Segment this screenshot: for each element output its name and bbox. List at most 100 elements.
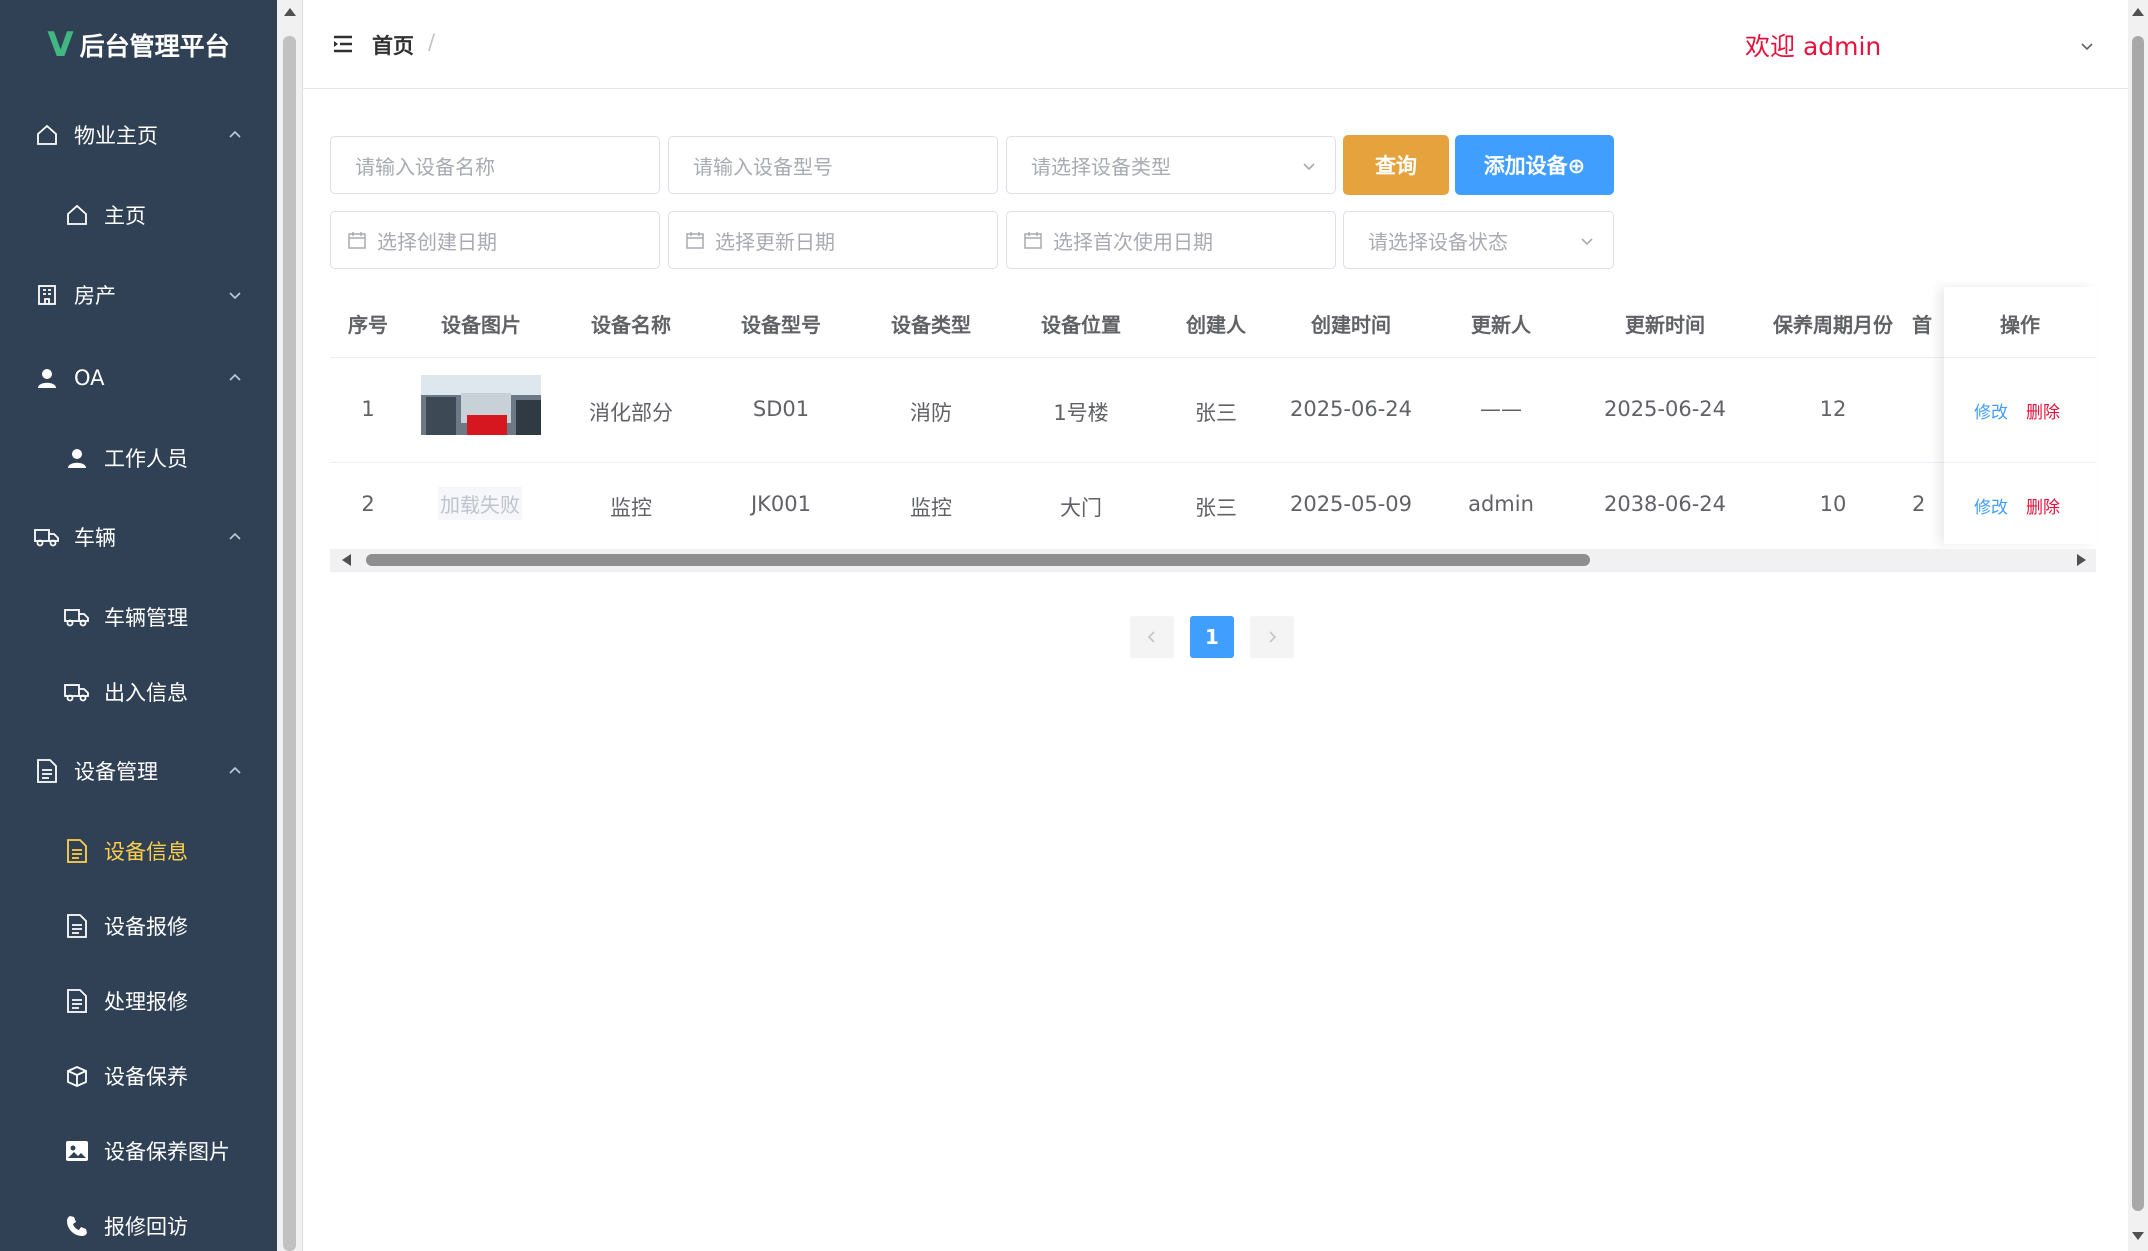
column-header: 设备名称 bbox=[591, 313, 671, 337]
cell-created-time: 2025-06-24 bbox=[1289, 397, 1413, 421]
edit-button[interactable]: 修改 bbox=[1974, 398, 2008, 423]
picture-icon bbox=[64, 1138, 90, 1164]
first-use-date-picker[interactable]: 选择首次使用日期 bbox=[1006, 211, 1336, 269]
sidebar: V 后台管理平台 物业主页 主页 房产 OA 工作人员 车辆 车辆管理 出入信息 bbox=[0, 0, 277, 1251]
page-scrollbar-thumb[interactable] bbox=[2132, 36, 2144, 1211]
sidebar-item-access-info[interactable]: 出入信息 bbox=[0, 662, 277, 722]
row-divider bbox=[1944, 462, 2096, 463]
cell-index: 2 bbox=[361, 492, 375, 516]
sidebar-item-label: 出入信息 bbox=[104, 681, 188, 705]
cell-name: 监控 bbox=[610, 496, 652, 520]
cell-first-use: 2 bbox=[1912, 492, 1926, 516]
page-scrollbar[interactable] bbox=[2128, 0, 2148, 1251]
sidebar-item-oa[interactable]: OA bbox=[0, 348, 277, 408]
scroll-up-arrow-icon[interactable] bbox=[2132, 8, 2144, 16]
sidebar-item-device-info[interactable]: 设备信息 bbox=[0, 821, 277, 881]
column-header: 设备类型 bbox=[891, 313, 971, 337]
device-name-input[interactable]: 请输入设备名称 bbox=[330, 136, 660, 194]
sidebar-scrollbar-thumb[interactable] bbox=[283, 36, 296, 1251]
cell-maintenance-cycle: 10 bbox=[1819, 492, 1847, 516]
cell-updated-time: 2025-06-24 bbox=[1603, 397, 1727, 421]
sidebar-item-label: 设备信息 bbox=[104, 840, 188, 864]
delete-button[interactable]: 删除 bbox=[2026, 398, 2060, 423]
cell-model: JK001 bbox=[750, 492, 812, 516]
calendar-icon bbox=[686, 232, 704, 249]
vue-logo-icon: V bbox=[47, 25, 74, 65]
sidebar-item-label: 物业主页 bbox=[74, 124, 158, 148]
sidebar-item-property[interactable]: 房产 bbox=[0, 265, 277, 325]
document-icon bbox=[64, 988, 90, 1014]
calendar-icon bbox=[348, 232, 366, 249]
sidebar-item-repair-followup[interactable]: 报修回访 bbox=[0, 1196, 277, 1251]
sidebar-item-vehicles[interactable]: 车辆 bbox=[0, 507, 277, 567]
table-scrollbar-thumb[interactable] bbox=[366, 554, 1590, 566]
sidebar-item-home[interactable]: 主页 bbox=[0, 185, 277, 245]
sidebar-item-label: 车辆管理 bbox=[104, 606, 188, 630]
scroll-left-arrow-icon[interactable] bbox=[342, 554, 351, 566]
cell-creator: 张三 bbox=[1195, 401, 1237, 425]
sidebar-item-label: 设备保养 bbox=[104, 1065, 188, 1089]
column-header: 序号 bbox=[348, 313, 388, 337]
scroll-up-arrow-icon[interactable] bbox=[284, 8, 296, 16]
update-date-picker[interactable]: 选择更新日期 bbox=[668, 211, 998, 269]
scroll-down-arrow-icon[interactable] bbox=[2132, 1232, 2144, 1240]
first-use-date-placeholder: 选择首次使用日期 bbox=[1053, 229, 1213, 254]
sidebar-item-vehicle-management[interactable]: 车辆管理 bbox=[0, 587, 277, 647]
chevron-down-icon[interactable] bbox=[2079, 38, 2095, 54]
document-icon bbox=[34, 758, 60, 784]
cell-type: 监控 bbox=[910, 496, 952, 520]
menu-fold-icon[interactable] bbox=[332, 34, 354, 54]
add-device-button[interactable]: 添加设备⊕ bbox=[1455, 135, 1614, 195]
device-image[interactable] bbox=[421, 375, 541, 435]
sidebar-item-label: 设备报修 bbox=[104, 915, 188, 939]
sidebar-item-handle-repair[interactable]: 处理报修 bbox=[0, 971, 277, 1031]
sidebar-item-label: 设备保养图片 bbox=[104, 1140, 230, 1164]
sidebar-item-device-maintenance[interactable]: 设备保养 bbox=[0, 1046, 277, 1106]
cell-name: 消化部分 bbox=[589, 401, 673, 425]
chevron-down-icon bbox=[1303, 163, 1315, 171]
truck-icon bbox=[64, 679, 90, 705]
sidebar-item-device-management[interactable]: 设备管理 bbox=[0, 741, 277, 801]
chevron-up-icon bbox=[229, 766, 241, 774]
column-header: 操作 bbox=[2000, 313, 2040, 337]
image-load-failed: 加载失败 bbox=[438, 487, 522, 520]
create-date-picker[interactable]: 选择创建日期 bbox=[330, 211, 660, 269]
device-status-placeholder: 请选择设备状态 bbox=[1368, 229, 1508, 254]
sidebar-item-staff[interactable]: 工作人员 bbox=[0, 428, 277, 488]
device-status-select[interactable]: 请选择设备状态 bbox=[1343, 211, 1614, 269]
welcome-text[interactable]: 欢迎 admin bbox=[1745, 27, 1881, 63]
top-header: 首页 / 欢迎 admin bbox=[302, 0, 2128, 89]
scroll-right-arrow-icon[interactable] bbox=[2077, 554, 2086, 566]
pagination-next-button[interactable] bbox=[1250, 616, 1294, 658]
sidebar-item-property-home[interactable]: 物业主页 bbox=[0, 105, 277, 165]
document-icon bbox=[64, 913, 90, 939]
query-button[interactable]: 查询 bbox=[1343, 135, 1449, 195]
edit-button[interactable]: 修改 bbox=[1974, 493, 2008, 518]
column-header: 创建人 bbox=[1186, 313, 1246, 337]
sidebar-item-label: 设备管理 bbox=[74, 760, 158, 784]
breadcrumb-home[interactable]: 首页 bbox=[372, 30, 414, 60]
sidebar-item-device-repair[interactable]: 设备报修 bbox=[0, 896, 277, 956]
box-icon bbox=[64, 1063, 90, 1089]
chevron-down-icon bbox=[1581, 238, 1593, 246]
delete-button[interactable]: 删除 bbox=[2026, 493, 2060, 518]
chevron-up-icon bbox=[229, 130, 241, 138]
sidebar-item-maintenance-pictures[interactable]: 设备保养图片 bbox=[0, 1121, 277, 1181]
document-icon bbox=[64, 838, 90, 864]
sidebar-scrollbar[interactable] bbox=[277, 0, 303, 1251]
pagination-page-current[interactable]: 1 bbox=[1190, 616, 1234, 658]
operations-column: 操作 修改 删除 修改 删除 bbox=[1944, 287, 2096, 544]
row-divider bbox=[330, 357, 2096, 358]
pagination-prev-button[interactable] bbox=[1130, 616, 1174, 658]
column-header: 创建时间 bbox=[1311, 313, 1391, 337]
chevron-left-icon bbox=[1147, 631, 1155, 643]
device-name-placeholder: 请输入设备名称 bbox=[355, 154, 495, 179]
cell-location: 大门 bbox=[1060, 496, 1102, 520]
main-content: 首页 / 欢迎 admin 请输入设备名称 请输入设备型号 请选择设备类型 查询… bbox=[302, 0, 2128, 1251]
device-type-select[interactable]: 请选择设备类型 bbox=[1006, 136, 1336, 194]
sidebar-item-label: 工作人员 bbox=[104, 447, 188, 471]
sidebar-item-label: 主页 bbox=[104, 204, 146, 228]
table-horizontal-scrollbar[interactable] bbox=[330, 549, 2096, 572]
cell-updater: —— bbox=[1480, 397, 1522, 421]
device-model-input[interactable]: 请输入设备型号 bbox=[668, 136, 998, 194]
